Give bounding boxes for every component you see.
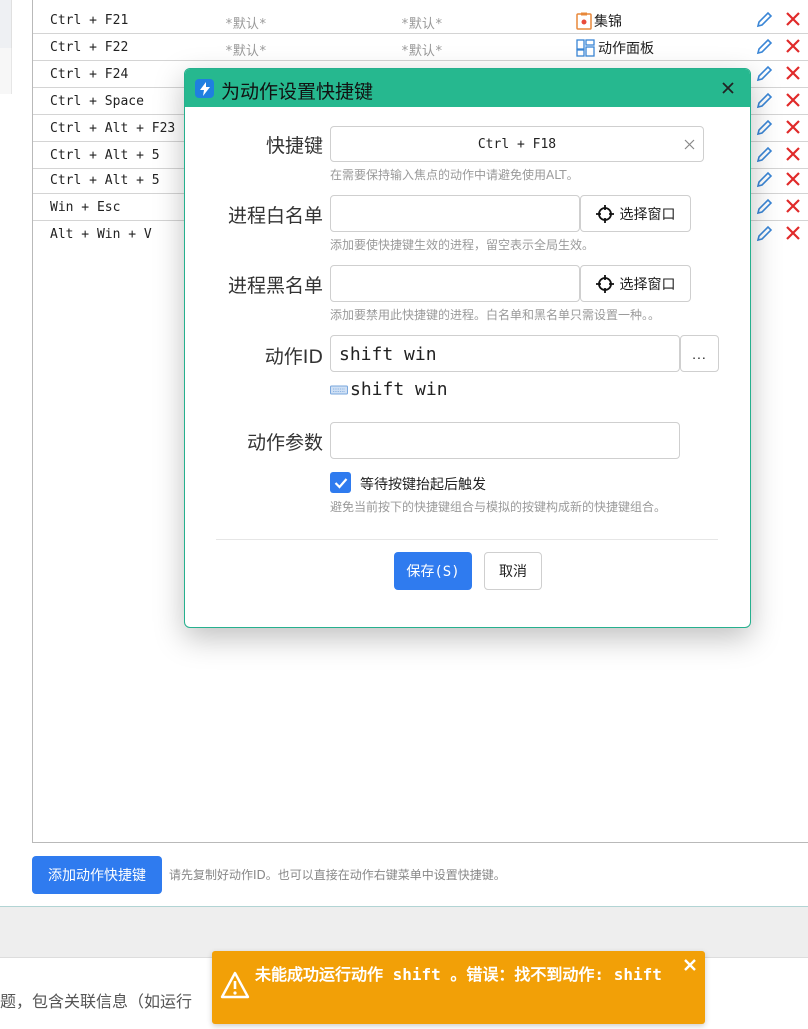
whitelist-pick-label: 选择窗口 (619, 206, 676, 223)
action-preview-label: shift win (350, 379, 448, 400)
hotkey-label: 快捷键 (265, 135, 323, 157)
wait-release-hint: 避免当前按下的快捷键组合与模拟的按键构成新的快捷键组合。 (330, 500, 667, 514)
delete-x-icon[interactable] (785, 198, 801, 214)
table-row[interactable]: Ctrl + F21 *默认* *默认* 集锦 (33, 7, 808, 34)
delete-x-icon[interactable] (785, 225, 801, 241)
add-hotkey-hint: 请先复制好动作ID。也可以直接在动作右键菜单中设置快捷键。 (169, 868, 506, 882)
pencil-icon[interactable] (755, 146, 773, 164)
row-whitelist: *默认* (225, 44, 267, 59)
blacklist-pick-window-button[interactable]: 选择窗口 (580, 265, 691, 302)
crosshair-icon (595, 274, 614, 293)
pencil-icon[interactable] (755, 119, 773, 137)
delete-x-icon[interactable] (785, 65, 801, 81)
action-params-input[interactable] (330, 422, 680, 459)
row-action: 集锦 (576, 11, 622, 31)
row-hotkey: Alt + Win + V (50, 227, 152, 242)
row-hotkey: Ctrl + F24 (50, 67, 129, 82)
delete-x-icon[interactable] (785, 38, 801, 54)
pencil-icon[interactable] (755, 171, 773, 189)
lightning-app-icon (195, 79, 214, 98)
row-hotkey: Ctrl + Alt + 5 (50, 148, 160, 163)
row-action-label: 动作面板 (598, 41, 654, 57)
action-params-label: 动作参数 (246, 432, 323, 454)
delete-x-icon[interactable] (785, 11, 801, 27)
chat-input-text: 题，包含关联信息（如运行 (0, 992, 193, 1011)
hotkey-hint: 在需要保持输入焦点的动作中请避免使用ALT。 (330, 168, 579, 182)
set-hotkey-dialog: 为动作设置快捷键 快捷键 Ctrl + F18 在需要保持输入焦点的动作中请避免… (184, 68, 751, 628)
status-band (0, 907, 808, 957)
row-hotkey: Ctrl + Alt + F23 (50, 121, 176, 136)
row-hotkey: Ctrl + Space (50, 94, 144, 109)
row-action-label: 集锦 (594, 14, 622, 30)
row-blacklist: *默认* (401, 17, 443, 32)
dialog-title: 为动作设置快捷键 (221, 81, 374, 103)
whitelist-label: 进程白名单 (227, 205, 323, 227)
left-sidebar-strip-lower (0, 48, 12, 94)
delete-x-icon[interactable] (785, 119, 801, 135)
row-hotkey: Ctrl + F22 (50, 40, 129, 55)
error-toast: 未能成功运行动作 shift 。错误：找不到动作: shift (212, 951, 705, 1024)
row-hotkey: Win + Esc (50, 200, 121, 215)
save-button[interactable]: 保存(S) (394, 552, 472, 590)
row-hotkey: Ctrl + F21 (50, 13, 129, 28)
row-hotkey: Ctrl + Alt + 5 (50, 173, 160, 188)
toast-message: 未能成功运行动作 shift 。错误：找不到动作: shift (255, 965, 662, 984)
clipboard-icon (576, 12, 592, 30)
hotkey-value: Ctrl + F18 (477, 137, 557, 152)
panel-icon (576, 39, 595, 57)
whitelist-pick-window-button[interactable]: 选择窗口 (580, 195, 691, 232)
clear-icon[interactable] (684, 139, 695, 150)
blacklist-input[interactable] (330, 265, 580, 302)
add-hotkey-button[interactable]: 添加动作快捷键 (32, 856, 162, 894)
row-whitelist: *默认* (225, 17, 267, 32)
delete-x-icon[interactable] (785, 92, 801, 108)
action-browse-button[interactable]: ... (680, 335, 719, 372)
action-id-label: 动作ID (264, 346, 323, 368)
whitelist-hint: 添加要使快捷键生效的进程，留空表示全局生效。 (330, 238, 595, 252)
pencil-icon[interactable] (755, 65, 773, 83)
dialog-separator (216, 539, 718, 540)
action-id-input[interactable]: shift win (330, 335, 680, 372)
hotkey-input[interactable]: Ctrl + F18 (330, 126, 704, 162)
left-sidebar-strip (0, 0, 12, 48)
wait-release-checkbox[interactable] (330, 472, 351, 493)
warning-icon (220, 971, 250, 999)
whitelist-input[interactable] (330, 195, 580, 232)
delete-x-icon[interactable] (785, 146, 801, 162)
keyboard-icon (330, 385, 348, 394)
checkmark-icon (334, 477, 347, 489)
delete-x-icon[interactable] (785, 171, 801, 187)
row-blacklist: *默认* (401, 44, 443, 59)
pencil-icon[interactable] (755, 198, 773, 216)
row-action: 动作面板 (576, 38, 654, 58)
wait-release-label[interactable]: 等待按键抬起后触发 (360, 474, 486, 494)
action-id-value: shift win (339, 344, 437, 365)
action-preview: shift win (330, 379, 448, 400)
dialog-titlebar: 为动作设置快捷键 (185, 69, 750, 107)
pencil-icon[interactable] (755, 92, 773, 110)
table-row[interactable]: Ctrl + F22 *默认* *默认* 动作面板 (33, 34, 808, 61)
blacklist-pick-label: 选择窗口 (619, 276, 676, 293)
pencil-icon[interactable] (755, 225, 773, 243)
cancel-button[interactable]: 取消 (484, 552, 542, 590)
close-icon[interactable] (718, 78, 738, 98)
blacklist-hint: 添加要禁用此快捷键的进程。白名单和黑名单只需设置一种。。 (330, 308, 661, 322)
pencil-icon[interactable] (755, 11, 773, 29)
close-icon[interactable] (683, 958, 697, 972)
pencil-icon[interactable] (755, 38, 773, 56)
blacklist-label: 进程黑名单 (227, 275, 323, 297)
crosshair-icon (595, 204, 614, 223)
